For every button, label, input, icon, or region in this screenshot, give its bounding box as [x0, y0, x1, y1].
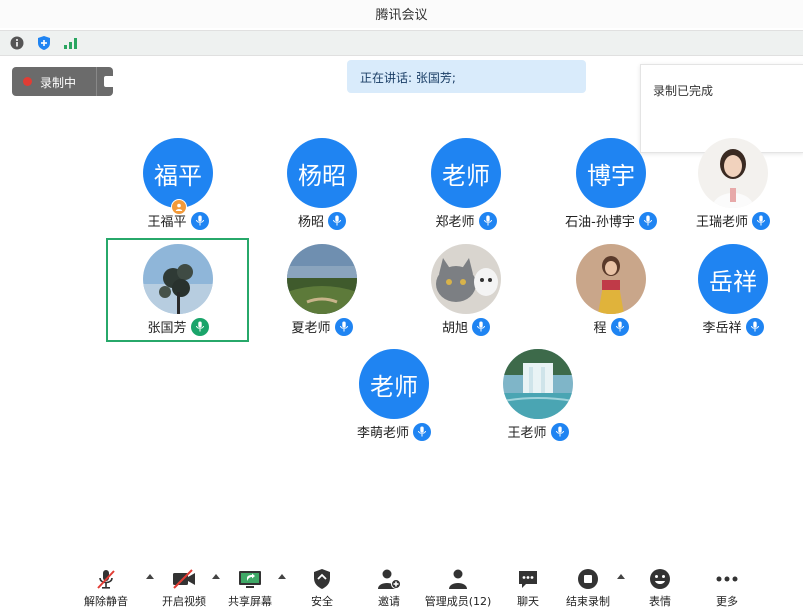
share-screen-button[interactable]: 共享屏幕 [220, 565, 280, 609]
record-dot-icon [23, 77, 32, 86]
mic-icon [752, 211, 770, 230]
shield-icon[interactable] [36, 35, 52, 51]
participant-tile[interactable]: 王老师 [468, 349, 608, 449]
stop-record-icon [576, 568, 600, 590]
invite-label: 邀请 [378, 595, 400, 608]
more-button[interactable]: 更多 [697, 565, 757, 609]
start-video-button[interactable]: 开启视频 [154, 565, 214, 609]
avatar [698, 138, 768, 208]
avatar [576, 244, 646, 314]
mic-icon [478, 211, 497, 230]
participant-name: 夏老师 [291, 321, 331, 336]
recording-label: 录制中 [40, 76, 77, 90]
participant-tile[interactable]: 老师 郑老师 [396, 138, 536, 238]
avatar [503, 349, 573, 419]
avatar [143, 244, 213, 314]
participant-tile[interactable]: 夏老师 [252, 244, 392, 344]
meeting-toolbar: 解除静音 开启视频 共享屏幕 安全 邀请 管理成员(12) 聊天 结束录制 表情… [0, 560, 803, 610]
participant-name: 李岳祥 [702, 321, 742, 336]
chat-bubble-icon [516, 568, 540, 590]
participant-name: 石油-孙博宇 [565, 215, 635, 230]
invite-button[interactable]: 邀请 [359, 565, 419, 609]
status-icon-bar [0, 30, 803, 56]
video-options-caret-icon[interactable] [212, 574, 220, 579]
emoji-icon [648, 568, 672, 590]
mic-icon [334, 317, 353, 336]
avatar [287, 244, 357, 314]
participant-tile[interactable]: 杨昭 杨昭 [252, 138, 392, 238]
share-options-caret-icon[interactable] [278, 574, 286, 579]
participant-tile[interactable]: 王瑞老师 [663, 138, 803, 238]
title-bar: 腾讯会议 [0, 0, 803, 28]
mic-icon [190, 211, 209, 230]
invite-user-icon [377, 568, 401, 590]
more-dots-icon [715, 568, 739, 590]
audio-options-caret-icon[interactable] [146, 574, 154, 579]
participant-tile[interactable]: 博宇 石油-孙博宇 [541, 138, 681, 238]
mic-icon [610, 317, 629, 336]
manage-members-label: 管理成员(12) [424, 595, 492, 608]
mic-icon [550, 422, 569, 441]
stop-recording-icon[interactable] [104, 76, 115, 87]
participant-tile[interactable]: 老师 李萌老师 [324, 349, 464, 449]
speaking-indicator: 正在讲话: 张国芳; [347, 60, 586, 93]
mic-icon [413, 422, 431, 441]
participant-name: 胡旭 [441, 321, 468, 336]
security-button[interactable]: 安全 [292, 565, 352, 609]
unmute-button[interactable]: 解除静音 [76, 565, 136, 609]
speaking-text: 正在讲话: 张国芳; [360, 71, 456, 85]
end-recording-label: 结束录制 [566, 595, 610, 608]
mic-icon [328, 211, 346, 230]
end-recording-button[interactable]: 结束录制 [558, 565, 618, 609]
participant-tile[interactable]: 岳祥 李岳祥 [663, 244, 803, 344]
participant-name: 王老师 [507, 426, 547, 441]
participant-name: 杨昭 [297, 215, 324, 230]
avatar: 岳祥 [698, 244, 768, 314]
more-label: 更多 [716, 595, 738, 608]
participant-name: 王福平 [147, 215, 187, 230]
mic-icon [472, 317, 490, 336]
mic-muted-icon [94, 568, 118, 590]
mic-active-icon [190, 317, 209, 336]
avatar: 老师 [431, 138, 501, 208]
record-options-caret-icon[interactable] [617, 574, 625, 579]
recording-badge[interactable]: 录制中 [12, 67, 115, 96]
avatar: 博宇 [576, 138, 646, 208]
window-title: 腾讯会议 [375, 8, 428, 23]
participant-name: 程 [593, 321, 607, 336]
avatar [431, 244, 501, 314]
participant-tile[interactable]: 福平 王福平 [108, 138, 248, 238]
participant-tile[interactable]: 程 [541, 244, 681, 344]
participant-tile[interactable]: 胡旭 [396, 244, 536, 344]
manage-members-button[interactable]: 管理成员(12) [425, 565, 491, 609]
reaction-button[interactable]: 表情 [630, 565, 690, 609]
share-screen-label: 共享屏幕 [228, 595, 272, 608]
security-shield-icon [310, 568, 334, 590]
share-screen-icon [238, 568, 262, 590]
participant-name: 王瑞老师 [695, 215, 748, 230]
notice-text: 录制已完成 [653, 84, 714, 98]
participant-name: 郑老师 [435, 215, 475, 230]
mic-icon [638, 211, 657, 230]
info-icon[interactable] [9, 35, 25, 51]
mic-icon [745, 317, 764, 336]
avatar: 福平 [143, 138, 213, 208]
participant-name: 张国芳 [147, 321, 187, 336]
participant-name: 李萌老师 [356, 426, 409, 441]
video-off-icon [172, 568, 196, 590]
avatar: 老师 [359, 349, 429, 419]
avatar: 杨昭 [287, 138, 357, 208]
signal-icon[interactable] [63, 35, 79, 51]
participant-tile[interactable]: 张国芳 [108, 244, 248, 344]
members-icon [446, 568, 470, 590]
unmute-label: 解除静音 [84, 595, 128, 608]
